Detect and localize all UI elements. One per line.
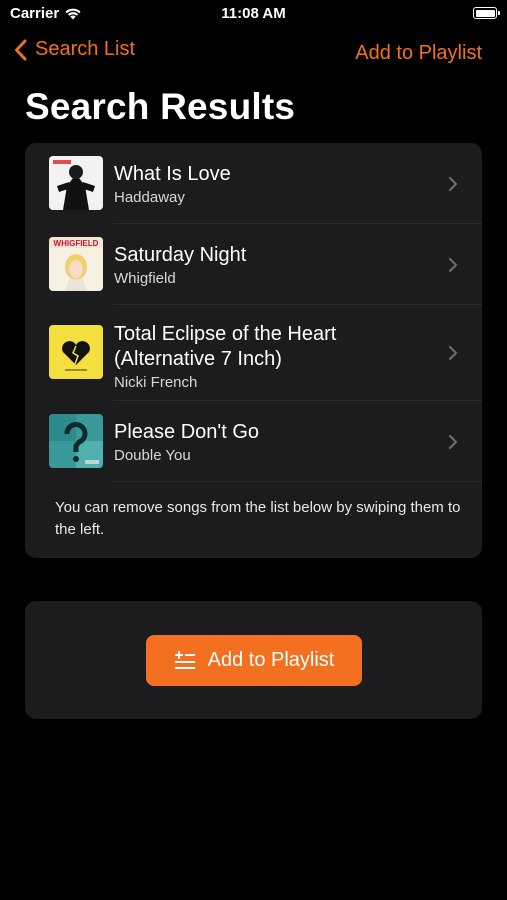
song-text: What Is Love Haddaway [114,162,231,208]
back-button[interactable]: Search List [14,38,135,61]
song-row[interactable]: WHIGFIELD Saturday Night Whigfield [25,224,482,305]
song-artist: Nicki French [114,374,198,391]
song-title: Saturday Night [114,244,247,266]
chevron-left-icon [14,39,27,61]
song-title-continued: (Alternative 7 Inch) [114,348,282,370]
add-to-playlist-nav-button[interactable]: Add to Playlist [355,42,482,65]
back-button-label: Search List [35,38,136,60]
chevron-right-icon [448,434,458,450]
navigation-bar: Search List Add to Playlist [0,36,507,70]
status-bar: Carrier 11:08 AM [0,0,507,28]
add-to-playlist-button-label: Add to Playlist [207,649,335,671]
song-row[interactable]: What Is Love Haddaway [25,143,482,224]
song-row[interactable]: Total Eclipse of the Heart (Alternative … [25,305,482,401]
album-art [49,414,103,468]
album-art [49,325,103,379]
swipe-hint: You can remove songs from the list below… [55,499,461,538]
album-art-lettering: WHIGFIELD [54,239,99,248]
action-panel: Add to Playlist [25,601,482,719]
song-artist: Haddaway [114,189,185,206]
song-text: Please Don't Go Double You [114,420,259,466]
song-title: What Is Love [114,163,231,185]
album-art [49,156,103,210]
song-artist: Double You [114,447,191,464]
song-text: Total Eclipse of the Heart (Alternative … [114,322,336,393]
song-title: Total Eclipse of the Heart [114,323,337,345]
song-title: Please Don't Go [114,421,260,443]
add-to-playlist-button[interactable]: Add to Playlist [146,635,362,686]
song-text: Saturday Night Whigfield [114,243,246,289]
song-row[interactable]: Please Don't Go Double You [25,401,482,482]
search-results-list: What Is Love Haddaway WHIGFIELD Saturday… [25,143,482,558]
chevron-right-icon [448,176,458,192]
chevron-right-icon [448,345,458,361]
battery-icon [473,7,500,19]
album-art: WHIGFIELD [49,237,103,291]
status-time: 11:08 AM [221,5,286,22]
row-divider [113,481,482,482]
page-title: Search Results [25,86,296,127]
playlist-add-icon [174,650,196,671]
song-artist: Whigfield [114,270,176,287]
chevron-right-icon [448,257,458,273]
